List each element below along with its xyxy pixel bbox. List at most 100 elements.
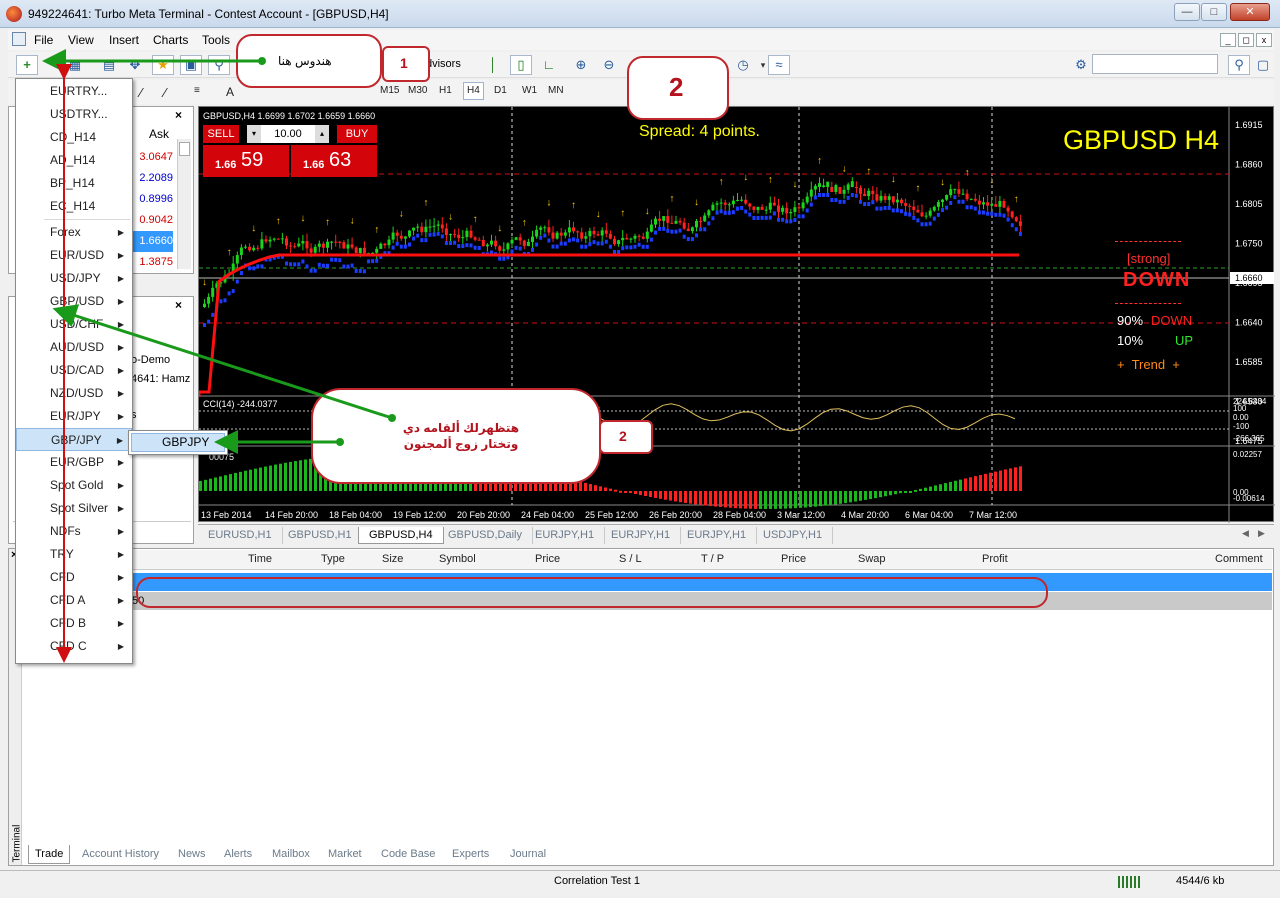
menu-item-forex[interactable]: Forex ▶ bbox=[16, 221, 132, 244]
col-symbol[interactable]: Symbol bbox=[439, 553, 476, 565]
tab-journal[interactable]: Journal bbox=[510, 848, 546, 860]
minimize-button[interactable]: — bbox=[1174, 3, 1200, 21]
mdi-restore-button[interactable]: ◻ bbox=[1238, 33, 1254, 47]
market-watch-close-icon[interactable]: × bbox=[175, 108, 182, 122]
lot-size-input[interactable]: 10.00 bbox=[261, 125, 315, 143]
menu-item-gbp-jpy[interactable]: GBP/JPY ▶ bbox=[16, 428, 132, 451]
bar-chart-icon[interactable]: │ bbox=[482, 55, 504, 75]
tf-mn[interactable]: MN bbox=[548, 85, 564, 96]
ask-cell-selected[interactable]: 1.6660 bbox=[131, 231, 173, 252]
candlestick-icon[interactable]: ▯ bbox=[510, 55, 532, 75]
menu-charts[interactable]: Charts bbox=[153, 33, 188, 47]
chart-tab[interactable]: EURJPY,H1 bbox=[601, 527, 682, 544]
tf-d1[interactable]: D1 bbox=[494, 85, 507, 96]
col-profit[interactable]: Profit bbox=[982, 553, 1008, 565]
menu-item-cfd-b[interactable]: CFD B ▶ bbox=[16, 612, 132, 635]
menu-insert[interactable]: Insert bbox=[109, 33, 139, 47]
sell-price-button[interactable]: 1.66 59 bbox=[203, 145, 289, 177]
chart-tab[interactable]: USDJPY,H1 bbox=[753, 527, 834, 544]
ask-cell[interactable]: 2.2089 bbox=[131, 168, 173, 189]
chart-tab[interactable]: EURJPY,H1 bbox=[525, 527, 606, 544]
tab-mailbox[interactable]: Mailbox bbox=[272, 848, 310, 860]
lot-decrease-icon[interactable]: ▾ bbox=[247, 125, 261, 143]
tab-code-base[interactable]: Code Base bbox=[381, 848, 435, 860]
menu-item-bp-h14[interactable]: BP_H14 bbox=[16, 172, 132, 195]
line-chart-icon[interactable]: ∟ bbox=[538, 55, 560, 75]
chart-tab[interactable]: EURUSD,H1 bbox=[198, 527, 283, 544]
mdi-close-button[interactable]: x bbox=[1256, 33, 1272, 47]
zoom-out-icon[interactable]: ⊖ bbox=[598, 55, 620, 75]
favorites-icon[interactable]: ★ bbox=[152, 55, 174, 75]
clock-icon[interactable]: ◷ bbox=[732, 55, 754, 75]
menu-item-aud-usd[interactable]: AUD/USD ▶ bbox=[16, 336, 132, 359]
menu-item-eurtry-[interactable]: EURTRY... bbox=[16, 80, 132, 103]
terminal-icon[interactable]: ▣ bbox=[180, 55, 202, 75]
text-tool-icon[interactable]: A bbox=[226, 85, 234, 99]
col-swap[interactable]: Swap bbox=[858, 553, 886, 565]
tester-icon[interactable]: ⚲ bbox=[208, 55, 230, 75]
navigator-close-icon[interactable]: × bbox=[175, 298, 182, 312]
tab-scroll-left-icon[interactable]: ◀ bbox=[1242, 528, 1249, 539]
maximize-button[interactable]: □ bbox=[1201, 3, 1227, 21]
new-order-icon[interactable]: + bbox=[16, 55, 38, 75]
menu-item-try[interactable]: TRY ▶ bbox=[16, 543, 132, 566]
menu-item-ec-h14[interactable]: EC_H14 bbox=[16, 195, 132, 218]
menu-item-usd-jpy[interactable]: USD/JPY ▶ bbox=[16, 267, 132, 290]
menu-item-ndfs[interactable]: NDFs ▶ bbox=[16, 520, 132, 543]
col-tp[interactable]: T / P bbox=[701, 553, 724, 565]
col-sl[interactable]: S / L bbox=[619, 553, 642, 565]
chart-tab[interactable]: GBPUSD,Daily bbox=[438, 527, 533, 544]
market-watch-scrollbar[interactable] bbox=[177, 139, 191, 269]
market-watch-icon[interactable]: ▤ bbox=[98, 55, 120, 75]
menu-item-eur-jpy[interactable]: EUR/JPY ▶ bbox=[16, 405, 132, 428]
sell-button[interactable]: SELL bbox=[203, 125, 239, 143]
search-input[interactable] bbox=[1092, 54, 1218, 74]
new-order-dropdown-icon[interactable]: ▾ bbox=[44, 55, 66, 75]
col-size[interactable]: Size bbox=[382, 553, 403, 565]
search-icon[interactable]: ⚲ bbox=[1228, 55, 1250, 75]
tf-m30[interactable]: M30 bbox=[408, 85, 427, 96]
menu-file[interactable]: File bbox=[34, 33, 53, 47]
fibo-fan-icon[interactable]: ≡ bbox=[194, 85, 200, 96]
lot-increase-icon[interactable]: ▴ bbox=[315, 125, 329, 143]
ask-cell[interactable]: 0.8996 bbox=[131, 189, 173, 210]
document-icon[interactable] bbox=[12, 32, 26, 46]
col-price-current[interactable]: Price bbox=[781, 553, 806, 565]
buy-price-button[interactable]: 1.66 63 bbox=[291, 145, 377, 177]
menu-tools[interactable]: Tools bbox=[202, 33, 230, 47]
tab-account-history[interactable]: Account History bbox=[82, 848, 159, 860]
menu-item-ad-h14[interactable]: AD_H14 bbox=[16, 149, 132, 172]
fibo-tool-icon[interactable]: ∕ bbox=[164, 85, 166, 100]
menu-item-gbp-usd[interactable]: GBP/USD ▶ bbox=[16, 290, 132, 313]
profiles-icon[interactable]: ▦ bbox=[64, 55, 86, 75]
menu-item-eur-gbp[interactable]: EUR/GBP ▶ bbox=[16, 451, 132, 474]
profile-status[interactable]: Correlation Test 1 bbox=[554, 875, 640, 887]
menu-item-cfd-a[interactable]: CFD A ▶ bbox=[16, 589, 132, 612]
ask-cell[interactable]: 3.0647 bbox=[131, 147, 173, 168]
col-type[interactable]: Type bbox=[321, 553, 345, 565]
tab-trade[interactable]: Trade bbox=[28, 845, 71, 864]
chart-tab[interactable]: GBPUSD,H1 bbox=[278, 527, 363, 544]
buy-button[interactable]: BUY bbox=[337, 125, 377, 143]
menu-item-cfd-c[interactable]: CFD C ▶ bbox=[16, 635, 132, 658]
expert-advisors-button[interactable]: dvisors bbox=[426, 58, 461, 70]
submenu-item-gbpjpy[interactable]: GBPJPY bbox=[131, 433, 225, 452]
community-icon[interactable]: ▢ bbox=[1252, 55, 1274, 75]
navigator-icon[interactable]: ✥ bbox=[124, 55, 146, 75]
line-tool-icon[interactable]: ∕ bbox=[140, 85, 142, 100]
account-server[interactable]: o-Demo bbox=[131, 354, 170, 366]
templates-icon[interactable]: ≈ bbox=[768, 55, 790, 75]
chart-tab-active[interactable]: GBPUSD,H4 bbox=[358, 527, 444, 544]
col-price[interactable]: Price bbox=[535, 553, 560, 565]
tab-market[interactable]: Market bbox=[328, 848, 362, 860]
menu-item-spot-gold[interactable]: Spot Gold ▶ bbox=[16, 474, 132, 497]
chart-tab[interactable]: EURJPY,H1 bbox=[677, 527, 758, 544]
menu-item-eur-usd[interactable]: EUR/USD ▶ bbox=[16, 244, 132, 267]
mdi-minimize-button[interactable]: _ bbox=[1220, 33, 1236, 47]
menu-item-usd-chf[interactable]: USD/CHF ▶ bbox=[16, 313, 132, 336]
tab-alerts[interactable]: Alerts bbox=[224, 848, 252, 860]
settings-gear-icon[interactable]: ⚙ bbox=[1070, 55, 1092, 75]
tab-news[interactable]: News bbox=[178, 848, 206, 860]
menu-item-usdtry-[interactable]: USDTRY... bbox=[16, 103, 132, 126]
tf-h4[interactable]: H4 bbox=[463, 82, 484, 100]
